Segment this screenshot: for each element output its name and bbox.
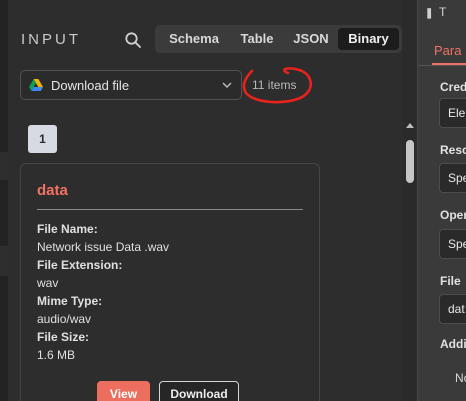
- download-button[interactable]: Download: [159, 381, 239, 401]
- scrollbar-thumb[interactable]: [406, 140, 414, 183]
- file-label: File: [440, 274, 461, 288]
- file-extension-key: File Extension:: [37, 258, 123, 272]
- credential-label: Cred: [440, 80, 466, 94]
- file-name-value: Network issue Data .wav: [37, 240, 170, 254]
- no-properties-text: No: [455, 371, 466, 385]
- node-title: T: [439, 5, 447, 19]
- page-button[interactable]: 1: [28, 125, 57, 153]
- active-tab-indicator: [432, 63, 466, 65]
- resource-label: Reso: [440, 143, 466, 157]
- edge-marker: [0, 246, 8, 276]
- panel-title: INPUT: [21, 31, 81, 48]
- view-button[interactable]: View: [97, 381, 150, 401]
- app-window: INPUT Schema Table JSON Binary Download …: [0, 0, 466, 401]
- source-node-label: Download file: [51, 77, 130, 93]
- credential-select[interactable]: Ele: [439, 98, 466, 128]
- parameters-panel: ❚ T Para Cred Ele Reso Spe Oper Spe File…: [417, 0, 466, 401]
- operation-label: Oper: [440, 208, 466, 222]
- items-count: 11 items: [252, 78, 297, 92]
- file-input[interactable]: dat: [439, 294, 466, 324]
- file-metadata: File Name: Network issue Data .wav File …: [37, 220, 307, 364]
- mime-type-key: Mime Type:: [37, 294, 103, 308]
- additional-options-label: Addi: [440, 337, 466, 351]
- file-size-key: File Size:: [37, 330, 90, 344]
- tab-table[interactable]: Table: [230, 28, 284, 50]
- edge-marker: [0, 152, 8, 180]
- pause-icon[interactable]: ❚: [425, 8, 433, 19]
- tab-schema[interactable]: Schema: [158, 28, 230, 50]
- operation-select[interactable]: Spe: [439, 229, 466, 259]
- binary-data-card: data File Name: Network issue Data .wav …: [20, 163, 320, 401]
- tab-json[interactable]: JSON: [284, 28, 338, 50]
- file-size-value: 1.6 MB: [37, 348, 76, 362]
- parameters-tabs: Para: [418, 32, 466, 66]
- tab-parameters[interactable]: Para: [434, 43, 461, 58]
- file-extension-value: wav: [37, 276, 59, 290]
- scroll-up-arrow-icon[interactable]: [406, 122, 414, 130]
- input-panel: INPUT Schema Table JSON Binary Download …: [0, 0, 402, 401]
- node-header: ❚ T: [418, 0, 466, 28]
- tab-binary[interactable]: Binary: [338, 28, 399, 50]
- binary-property-name: data: [37, 182, 68, 199]
- view-mode-tabs: Schema Table JSON Binary: [155, 25, 402, 53]
- file-name-key: File Name:: [37, 222, 98, 236]
- search-icon[interactable]: [124, 31, 142, 49]
- card-divider: [37, 209, 303, 210]
- chevron-down-icon: [222, 82, 232, 88]
- mime-type-value: audio/wav: [37, 312, 92, 326]
- resource-select[interactable]: Spe: [439, 163, 466, 193]
- panel-edge: [0, 0, 8, 401]
- source-node-select[interactable]: Download file: [20, 70, 242, 100]
- google-drive-icon: [29, 79, 43, 91]
